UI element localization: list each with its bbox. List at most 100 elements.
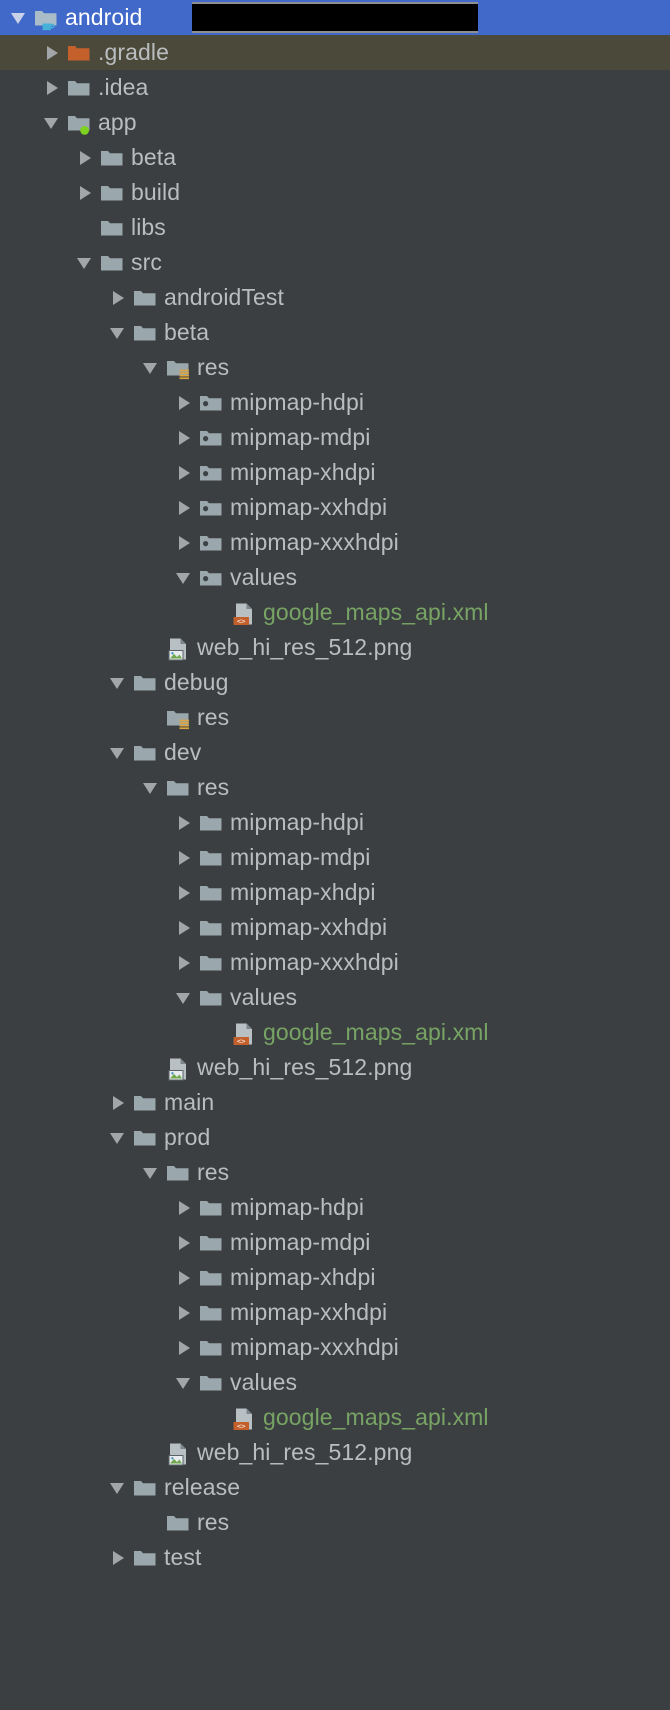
tree-row[interactable]: debug	[0, 665, 670, 700]
folder-icon	[164, 770, 194, 805]
tree-row-label: .gradle	[98, 39, 170, 65]
tree-row[interactable]: beta	[0, 315, 670, 350]
chevron-right-icon[interactable]	[171, 840, 197, 875]
tree-row[interactable]: mipmap-mdpi	[0, 1225, 670, 1260]
tree-row[interactable]: dev	[0, 735, 670, 770]
chevron-right-icon[interactable]	[171, 525, 197, 560]
chevron-right-icon[interactable]	[171, 805, 197, 840]
chevron-right-icon[interactable]	[171, 1190, 197, 1225]
tree-row[interactable]: web_hi_res_512.png	[0, 1435, 670, 1470]
tree-row[interactable]: res	[0, 700, 670, 735]
tree-row[interactable]: mipmap-xxhdpi	[0, 1295, 670, 1330]
tree-row[interactable]: mipmap-xxhdpi	[0, 490, 670, 525]
tree-row[interactable]: values	[0, 1365, 670, 1400]
chevron-down-icon[interactable]	[105, 665, 131, 700]
tree-row[interactable]: android	[0, 0, 670, 35]
tree-row[interactable]: src	[0, 245, 670, 280]
tree-row[interactable]: androidTest	[0, 280, 670, 315]
chevron-down-icon[interactable]	[138, 1155, 164, 1190]
tree-row[interactable]: <> google_maps_api.xml	[0, 1015, 670, 1050]
chevron-right-icon[interactable]	[105, 1085, 131, 1120]
tree-row[interactable]: beta	[0, 140, 670, 175]
chevron-right-icon[interactable]	[105, 1540, 131, 1575]
tree-row[interactable]: app	[0, 105, 670, 140]
folder-icon	[65, 70, 95, 105]
folder-icon	[98, 175, 128, 210]
chevron-right-icon[interactable]	[171, 1260, 197, 1295]
chevron-right-icon[interactable]	[171, 1330, 197, 1365]
tree-row[interactable]: mipmap-xhdpi	[0, 455, 670, 490]
tree-row[interactable]: mipmap-mdpi	[0, 840, 670, 875]
chevron-down-icon[interactable]	[105, 1120, 131, 1155]
chevron-right-icon[interactable]	[171, 910, 197, 945]
project-tree[interactable]: android .gradle .idea app beta build libs src an…	[0, 0, 670, 1710]
tree-row-label: app	[98, 109, 137, 135]
tree-row[interactable]: values	[0, 980, 670, 1015]
tree-row[interactable]: mipmap-xhdpi	[0, 1260, 670, 1295]
tree-row[interactable]: res	[0, 1505, 670, 1540]
tree-row[interactable]: main	[0, 1085, 670, 1120]
chevron-down-icon[interactable]	[105, 315, 131, 350]
chevron-right-icon[interactable]	[72, 140, 98, 175]
folder-res-icon	[164, 350, 194, 385]
tree-row[interactable]: .idea	[0, 70, 670, 105]
tree-row[interactable]: test	[0, 1540, 670, 1575]
tree-row[interactable]: mipmap-xxxhdpi	[0, 945, 670, 980]
chevron-down-icon[interactable]	[39, 105, 65, 140]
chevron-down-icon[interactable]	[6, 0, 32, 35]
tree-row[interactable]: build	[0, 175, 670, 210]
tree-row[interactable]: mipmap-hdpi	[0, 385, 670, 420]
chevron-down-icon[interactable]	[138, 350, 164, 385]
chevron-down-icon[interactable]	[105, 1470, 131, 1505]
tree-row[interactable]: mipmap-xxhdpi	[0, 910, 670, 945]
tree-row[interactable]: release	[0, 1470, 670, 1505]
chevron-right-icon[interactable]	[171, 1295, 197, 1330]
tree-row[interactable]: prod	[0, 1120, 670, 1155]
chevron-right-icon[interactable]	[171, 420, 197, 455]
chevron-down-icon[interactable]	[171, 1365, 197, 1400]
tree-row-label: mipmap-hdpi	[230, 389, 365, 415]
chevron-right-icon[interactable]	[171, 1225, 197, 1260]
tree-row[interactable]: mipmap-mdpi	[0, 420, 670, 455]
tree-row-label: src	[131, 249, 162, 275]
chevron-right-icon[interactable]	[171, 385, 197, 420]
tree-row[interactable]: libs	[0, 210, 670, 245]
chevron-right-icon[interactable]	[171, 490, 197, 525]
chevron-right-icon[interactable]	[105, 280, 131, 315]
tree-row[interactable]: mipmap-hdpi	[0, 805, 670, 840]
chevron-right-icon[interactable]	[171, 945, 197, 980]
tree-row[interactable]: res	[0, 350, 670, 385]
chevron-right-icon[interactable]	[39, 35, 65, 70]
chevron-right-icon[interactable]	[39, 70, 65, 105]
tree-row[interactable]: res	[0, 770, 670, 805]
tree-row[interactable]: mipmap-xxxhdpi	[0, 1330, 670, 1365]
chevron-right-icon[interactable]	[171, 455, 197, 490]
tree-row[interactable]: .gradle	[0, 35, 670, 70]
tree-row[interactable]: web_hi_res_512.png	[0, 630, 670, 665]
chevron-right-icon[interactable]	[72, 175, 98, 210]
chevron-right-icon[interactable]	[171, 875, 197, 910]
chevron-down-icon[interactable]	[171, 560, 197, 595]
file-png-icon	[164, 630, 194, 665]
folder-icon	[197, 1365, 227, 1400]
tree-row[interactable]: mipmap-xhdpi	[0, 875, 670, 910]
chevron-down-icon[interactable]	[171, 980, 197, 1015]
tree-row[interactable]: mipmap-hdpi	[0, 1190, 670, 1225]
chevron-down-icon[interactable]	[138, 770, 164, 805]
tree-row[interactable]: <> google_maps_api.xml	[0, 1400, 670, 1435]
tree-row[interactable]: mipmap-xxxhdpi	[0, 525, 670, 560]
tree-row[interactable]: res	[0, 1155, 670, 1190]
chevron-down-icon[interactable]	[72, 245, 98, 280]
tree-row[interactable]: web_hi_res_512.png	[0, 1050, 670, 1085]
chevron-down-icon[interactable]	[105, 735, 131, 770]
folder-icon	[197, 805, 227, 840]
tree-row[interactable]: <> google_maps_api.xml	[0, 595, 670, 630]
redacted-path-field	[192, 2, 478, 33]
tree-row[interactable]: values	[0, 560, 670, 595]
